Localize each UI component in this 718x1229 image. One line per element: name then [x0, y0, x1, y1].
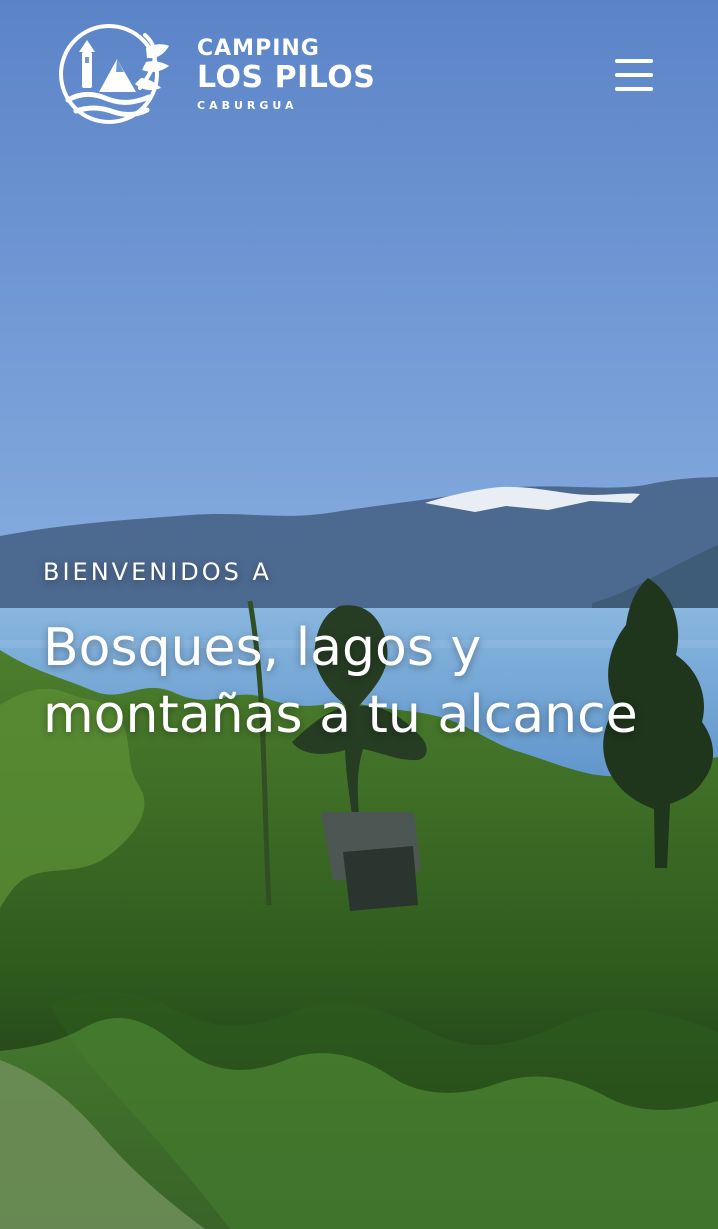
hamburger-menu-button[interactable] [612, 57, 656, 95]
hero-section: CAMPING LOS PILOS CABURGUA BIENVENIDOS A… [0, 0, 718, 1229]
menu-bar-icon [615, 73, 653, 77]
cabin-body [343, 846, 418, 911]
brand-line-camping: CAMPING [197, 36, 320, 61]
brand-logo-link[interactable]: CAMPING LOS PILOS CABURGUA [58, 24, 388, 128]
menu-bar-icon [615, 87, 653, 91]
hero-copy: BIENVENIDOS A Bosques, lagos y montañas … [43, 557, 693, 749]
lighthouse-tent-logo-icon [59, 24, 169, 124]
headline-line-2: montañas a tu alcance [43, 685, 638, 745]
brand-line-caburgua: CABURGUA [197, 99, 298, 112]
hero-headline: Bosques, lagos y montañas a tu alcance [43, 615, 693, 749]
welcome-eyebrow: BIENVENIDOS A [43, 558, 272, 586]
headline-line-1: Bosques, lagos y [43, 618, 482, 678]
brand-wordmark: CAMPING LOS PILOS CABURGUA [197, 36, 376, 112]
site-header: CAMPING LOS PILOS CABURGUA [0, 0, 718, 150]
brand-line-los-pilos: LOS PILOS [197, 60, 376, 95]
menu-bar-icon [615, 59, 653, 63]
